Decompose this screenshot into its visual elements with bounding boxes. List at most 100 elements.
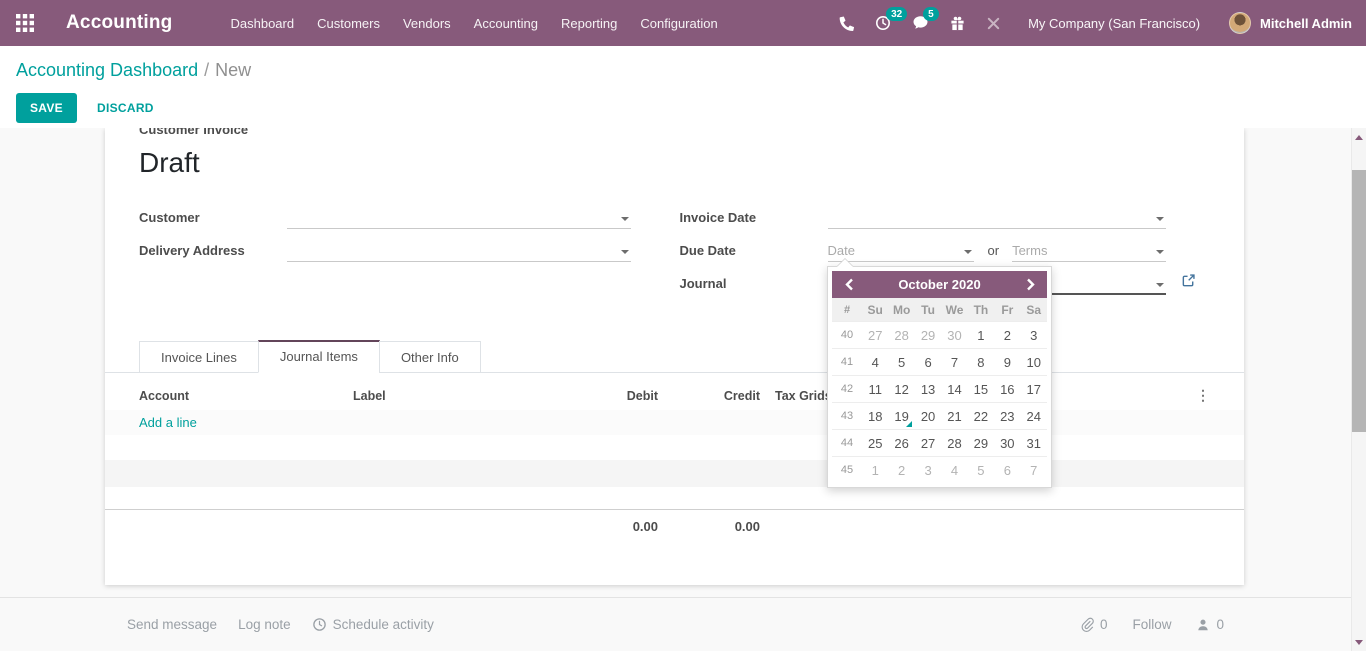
datepicker-day[interactable]: 7 <box>941 349 967 376</box>
due-date-widget: or <box>828 241 1167 262</box>
user-menu[interactable]: Mitchell Admin <box>1229 12 1352 34</box>
company-switcher[interactable]: My Company (San Francisco) <box>1028 16 1200 31</box>
datepicker-week-row: 4318192021222324 <box>832 402 1047 429</box>
apps-menu-button[interactable] <box>0 0 50 46</box>
datepicker-day[interactable]: 8 <box>968 349 994 376</box>
top-menu-customers[interactable]: Customers <box>316 12 381 35</box>
invoice-date-input[interactable] <box>828 208 1167 229</box>
datepicker-prev-button[interactable] <box>832 271 866 298</box>
activities-button[interactable]: 32 <box>875 15 891 31</box>
datepicker-day[interactable]: 26 <box>888 430 914 457</box>
datepicker-next-button[interactable] <box>1013 271 1047 298</box>
datepicker-day[interactable]: 21 <box>941 403 967 430</box>
datepicker-day[interactable]: 24 <box>1021 403 1047 430</box>
datepicker-month-title[interactable]: October 2020 <box>866 277 1013 292</box>
column-header-debit[interactable]: Debit <box>553 389 658 403</box>
referral-button[interactable] <box>950 16 965 31</box>
add-a-line-link[interactable]: Add a line <box>139 415 197 430</box>
datepicker-day[interactable]: 6 <box>994 457 1020 484</box>
datepicker-day[interactable]: 12 <box>888 376 914 403</box>
follow-button[interactable]: Follow <box>1132 617 1171 632</box>
datepicker-day[interactable]: 20 <box>915 403 941 430</box>
datepicker-day[interactable]: 22 <box>968 403 994 430</box>
optional-columns-icon[interactable]: ⋮ <box>1196 389 1210 403</box>
scroll-up-icon <box>1355 135 1363 140</box>
datepicker-day[interactable]: 13 <box>915 376 941 403</box>
datepicker-day[interactable]: 16 <box>994 376 1020 403</box>
messages-button[interactable]: 5 <box>912 15 929 31</box>
column-header-account[interactable]: Account <box>139 389 353 403</box>
datepicker-day[interactable]: 10 <box>1021 349 1047 376</box>
datepicker-day[interactable]: 28 <box>941 430 967 457</box>
column-header-credit[interactable]: Credit <box>658 389 760 403</box>
customer-input[interactable] <box>287 208 631 229</box>
top-menu-reporting[interactable]: Reporting <box>560 12 618 35</box>
datepicker-day[interactable]: 1 <box>968 322 994 349</box>
datepicker-day[interactable]: 17 <box>1021 376 1047 403</box>
tools-button[interactable] <box>986 16 1001 31</box>
delivery-address-input[interactable] <box>287 241 631 262</box>
datepicker-day[interactable]: 9 <box>994 349 1020 376</box>
datepicker-day[interactable]: 5 <box>888 349 914 376</box>
dayname-sa: Sa <box>1021 303 1047 317</box>
datepicker-day[interactable]: 18 <box>862 403 888 430</box>
datepicker-day[interactable]: 29 <box>915 322 941 349</box>
vertical-scrollbar[interactable] <box>1351 128 1366 651</box>
datepicker-day[interactable]: 11 <box>862 376 888 403</box>
send-message-button[interactable]: Send message <box>127 617 217 632</box>
datepicker-day[interactable]: 27 <box>915 430 941 457</box>
week-number: 45 <box>832 464 862 476</box>
top-navbar: Accounting Dashboard Customers Vendors Acco… <box>0 0 1366 46</box>
voip-phone-button[interactable] <box>839 16 854 31</box>
tab-journal-items[interactable]: Journal Items <box>258 340 380 373</box>
datepicker-day[interactable]: 31 <box>1021 430 1047 457</box>
datepicker-day[interactable]: 1 <box>862 457 888 484</box>
datepicker-day[interactable]: 4 <box>941 457 967 484</box>
datepicker-day[interactable]: 6 <box>915 349 941 376</box>
schedule-activity-button[interactable]: Schedule activity <box>312 617 434 632</box>
datepicker-day[interactable]: 14 <box>941 376 967 403</box>
app-title[interactable]: Accounting <box>66 12 173 34</box>
datepicker-day[interactable]: 3 <box>1021 322 1047 349</box>
payment-terms-input[interactable] <box>1012 241 1166 262</box>
delivery-address-label: Delivery Address <box>139 243 287 262</box>
log-note-button[interactable]: Log note <box>238 617 291 632</box>
top-menu-dashboard[interactable]: Dashboard <box>230 12 296 35</box>
datepicker-day[interactable]: 25 <box>862 430 888 457</box>
top-menu-configuration[interactable]: Configuration <box>639 12 718 35</box>
or-separator: or <box>988 243 1000 258</box>
datepicker-day[interactable]: 30 <box>941 322 967 349</box>
journal-open-record-button[interactable] <box>1181 273 1196 293</box>
datepicker-day[interactable]: 15 <box>968 376 994 403</box>
discard-button[interactable]: DISCARD <box>91 93 160 123</box>
chatter-actions: Send message Log note Schedule activity <box>127 617 434 632</box>
datepicker-day[interactable]: 2 <box>994 322 1020 349</box>
datepicker-day[interactable]: 30 <box>994 430 1020 457</box>
top-menu-accounting[interactable]: Accounting <box>473 12 539 35</box>
datepicker-day[interactable]: 28 <box>888 322 914 349</box>
add-line-row: Add a line <box>105 410 1244 435</box>
datepicker-day[interactable]: 3 <box>915 457 941 484</box>
scroll-down-button[interactable] <box>1352 635 1366 649</box>
datepicker-day-today[interactable]: 19 <box>888 403 914 430</box>
datepicker-day[interactable]: 29 <box>968 430 994 457</box>
save-button[interactable]: SAVE <box>16 93 77 123</box>
attachments-button[interactable]: 0 <box>1080 617 1108 632</box>
datepicker-day[interactable]: 4 <box>862 349 888 376</box>
datepicker-day[interactable]: 5 <box>968 457 994 484</box>
top-menu-vendors[interactable]: Vendors <box>402 12 452 35</box>
breadcrumb-parent-link[interactable]: Accounting Dashboard <box>16 60 198 80</box>
datepicker-day[interactable]: 23 <box>994 403 1020 430</box>
tab-other-info[interactable]: Other Info <box>379 341 481 373</box>
column-header-label[interactable]: Label <box>353 389 553 403</box>
tab-invoice-lines[interactable]: Invoice Lines <box>139 341 259 373</box>
scrollbar-thumb[interactable] <box>1352 170 1366 432</box>
form-view-area: Customer Invoice Draft Customer Delivery… <box>0 128 1366 597</box>
datepicker-day[interactable]: 7 <box>1021 457 1047 484</box>
dayname-we: We <box>941 303 967 317</box>
scroll-up-button[interactable] <box>1352 130 1366 144</box>
datepicker-day[interactable]: 2 <box>888 457 914 484</box>
followers-button[interactable]: 0 <box>1196 617 1224 632</box>
empty-row <box>105 487 1244 509</box>
datepicker-day[interactable]: 27 <box>862 322 888 349</box>
